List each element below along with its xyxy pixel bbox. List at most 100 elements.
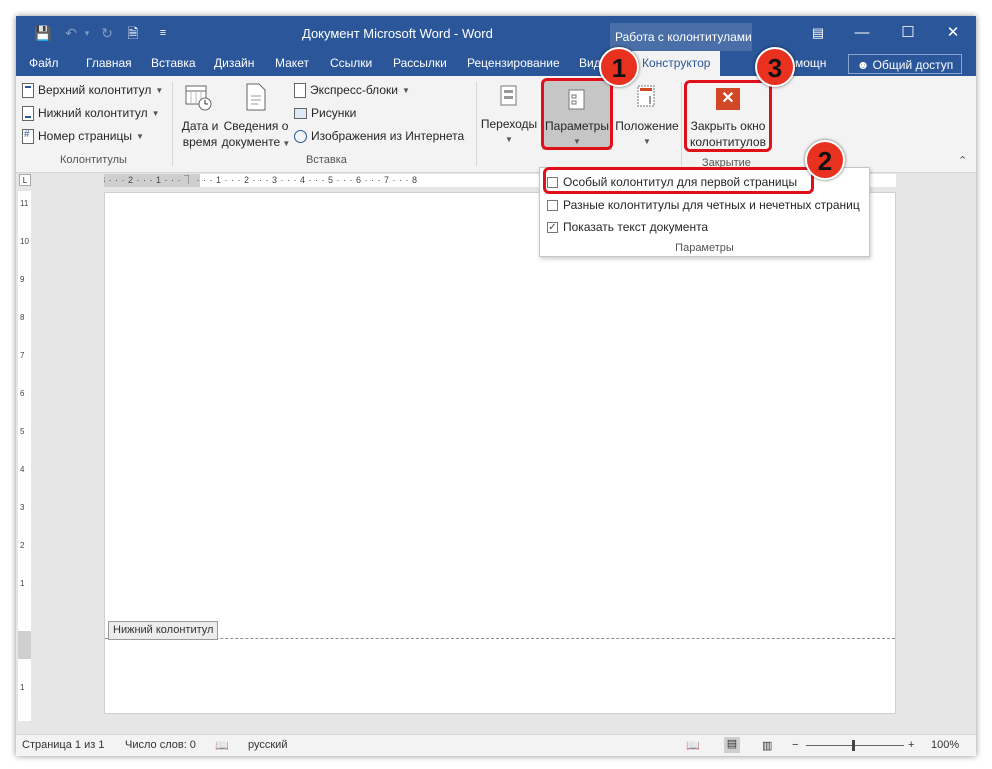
tab-home[interactable]: Главная: [86, 51, 132, 76]
picture-icon: [294, 107, 307, 119]
checkbox-checked-icon[interactable]: ✓: [547, 221, 558, 233]
tab-selector[interactable]: L: [19, 174, 31, 186]
zoom-in-button[interactable]: +: [908, 739, 914, 751]
title-bar: 💾 ↶ ▾ ↻ 🗎 ≡ Документ Microsoft Word - Wo…: [16, 16, 976, 51]
page-count[interactable]: Страница 1 из 1: [22, 739, 104, 751]
zoom-level[interactable]: 100%: [931, 739, 959, 751]
marker-3: 3: [755, 47, 795, 87]
footer-label: Нижний колонтитул: [38, 106, 148, 120]
group-label-kolontituly: Колонтитулы: [60, 154, 127, 166]
header-icon: [22, 82, 34, 98]
highlight-first-page-option: [543, 167, 814, 194]
proofing-icon[interactable]: 📖: [215, 739, 229, 752]
date-time-label-1: Дата и: [181, 119, 219, 133]
zoom-slider-thumb[interactable]: [852, 740, 855, 751]
online-pictures-button[interactable]: Изображения из Интернета: [294, 126, 464, 146]
status-bar: Страница 1 из 1 Число слов: 0 📖 русский …: [16, 734, 976, 756]
header-label: Верхний колонтитул: [38, 83, 152, 97]
footer-boundary: [105, 638, 895, 639]
checkbox-unchecked-icon[interactable]: [547, 199, 558, 211]
word-window: 💾 ↶ ▾ ↻ 🗎 ≡ Документ Microsoft Word - Wo…: [16, 16, 976, 756]
footer-icon: [22, 105, 34, 121]
ruler-marks: 3 · · · 2 · · · 1 · · · ⏋ · · · 1 · · · …: [104, 175, 418, 185]
ruler-number: 3: [20, 503, 25, 512]
new-doc-icon[interactable]: 🗎: [124, 24, 142, 42]
tab-mailings[interactable]: Рассылки: [393, 51, 447, 76]
ruler-number: 9: [20, 275, 25, 284]
chevron-down-icon: ▼: [643, 137, 651, 146]
chevron-down-icon: ▼: [280, 139, 291, 148]
group-separator: [172, 82, 173, 166]
page-number-button[interactable]: Номер страницы ▼: [22, 126, 144, 146]
customize-icon[interactable]: ≡: [154, 24, 172, 42]
ribbon-display-icon[interactable]: ▤: [795, 16, 841, 51]
zoom-out-button[interactable]: −: [792, 739, 798, 751]
tab-layout[interactable]: Макет: [275, 51, 309, 76]
footer-button[interactable]: Нижний колонтитул ▼: [22, 103, 160, 123]
document-page[interactable]: Нижний колонтитул: [104, 192, 896, 714]
ruler-number: 2: [20, 541, 25, 550]
ruler-number: 5: [20, 427, 25, 436]
tab-review[interactable]: Рецензирование: [467, 51, 560, 76]
minimize-button[interactable]: —: [839, 16, 885, 51]
document-info-icon: [246, 83, 266, 111]
option-different-odd-even[interactable]: Разные колонтитулы для четных и нечетных…: [547, 196, 860, 214]
tab-insert[interactable]: Вставка: [151, 51, 196, 76]
context-tab-group: Работа с колонтитулами: [610, 23, 752, 51]
tab-view[interactable]: Вид: [579, 51, 601, 76]
chevron-down-icon: ▼: [505, 135, 513, 144]
maximize-button[interactable]: ☐: [885, 16, 931, 51]
ruler-number: 1: [20, 683, 25, 692]
quick-parts-button[interactable]: Экспресс-блоки ▼: [294, 80, 410, 100]
navigation-icon: [500, 85, 517, 106]
ribbon-tabs: Файл Главная Вставка Дизайн Макет Ссылки…: [16, 51, 976, 76]
close-window-button[interactable]: ✕: [930, 16, 976, 51]
ruler-number: 8: [20, 313, 25, 322]
document-info-label-1: Сведения о: [223, 119, 289, 133]
globe-picture-icon: [294, 129, 307, 143]
highlight-close-button: [684, 80, 772, 152]
collapse-ribbon-icon[interactable]: ⌃: [958, 154, 967, 167]
language[interactable]: русский: [248, 739, 287, 751]
tab-constructor[interactable]: Конструктор: [632, 51, 721, 76]
tab-design[interactable]: Дизайн: [214, 51, 254, 76]
marker-2: 2: [805, 140, 845, 180]
print-layout-icon[interactable]: ▤: [724, 737, 740, 753]
ruler-number: 10: [20, 237, 29, 246]
navigation-label: Переходы: [480, 117, 538, 131]
tab-help[interactable]: мощн: [795, 51, 826, 76]
position-icon: [637, 85, 655, 107]
footer-tag: Нижний колонтитул: [108, 621, 219, 640]
tab-references[interactable]: Ссылки: [330, 51, 372, 76]
option-show-document-text[interactable]: ✓ Показать текст документа: [547, 218, 708, 236]
ruler-number: 11: [20, 199, 29, 208]
vertical-ruler[interactable]: 11 10 9 8 7 6 5 4 3 2 1 1: [18, 191, 31, 721]
read-mode-icon[interactable]: 📖: [686, 739, 700, 752]
group-label-vstavka: Вставка: [306, 154, 347, 166]
tab-file[interactable]: Файл: [29, 51, 59, 76]
save-icon[interactable]: 💾: [34, 24, 52, 42]
group-separator: [681, 82, 682, 166]
zoom-slider[interactable]: [806, 745, 904, 746]
navigation-button[interactable]: Переходы ▼: [480, 80, 538, 150]
web-layout-icon[interactable]: ▥: [762, 739, 772, 752]
pictures-label: Рисунки: [311, 106, 357, 120]
ruler-number: 1: [20, 579, 25, 588]
chevron-down-icon: ▼: [401, 85, 410, 95]
ruler-number: 7: [20, 351, 25, 360]
position-button[interactable]: Положение ▼: [614, 80, 680, 150]
marker-1: 1: [599, 47, 639, 87]
word-count[interactable]: Число слов: 0: [125, 739, 196, 751]
undo-dropdown-icon[interactable]: ▾: [78, 24, 96, 42]
share-button[interactable]: ☻ Общий доступ: [848, 54, 962, 74]
date-time-label-2: время: [182, 135, 218, 149]
document-title: Документ Microsoft Word - Word: [302, 26, 493, 41]
header-button[interactable]: Верхний колонтитул ▼: [22, 80, 163, 100]
redo-icon[interactable]: ↻: [98, 24, 116, 42]
pictures-button[interactable]: Рисунки: [294, 103, 356, 123]
person-icon: ☻: [856, 58, 870, 72]
quick-parts-label: Экспресс-блоки: [310, 83, 398, 97]
online-pictures-label: Изображения из Интернета: [311, 129, 465, 143]
dropdown-group-label: Параметры: [675, 242, 734, 254]
page-number-icon: [22, 128, 34, 144]
